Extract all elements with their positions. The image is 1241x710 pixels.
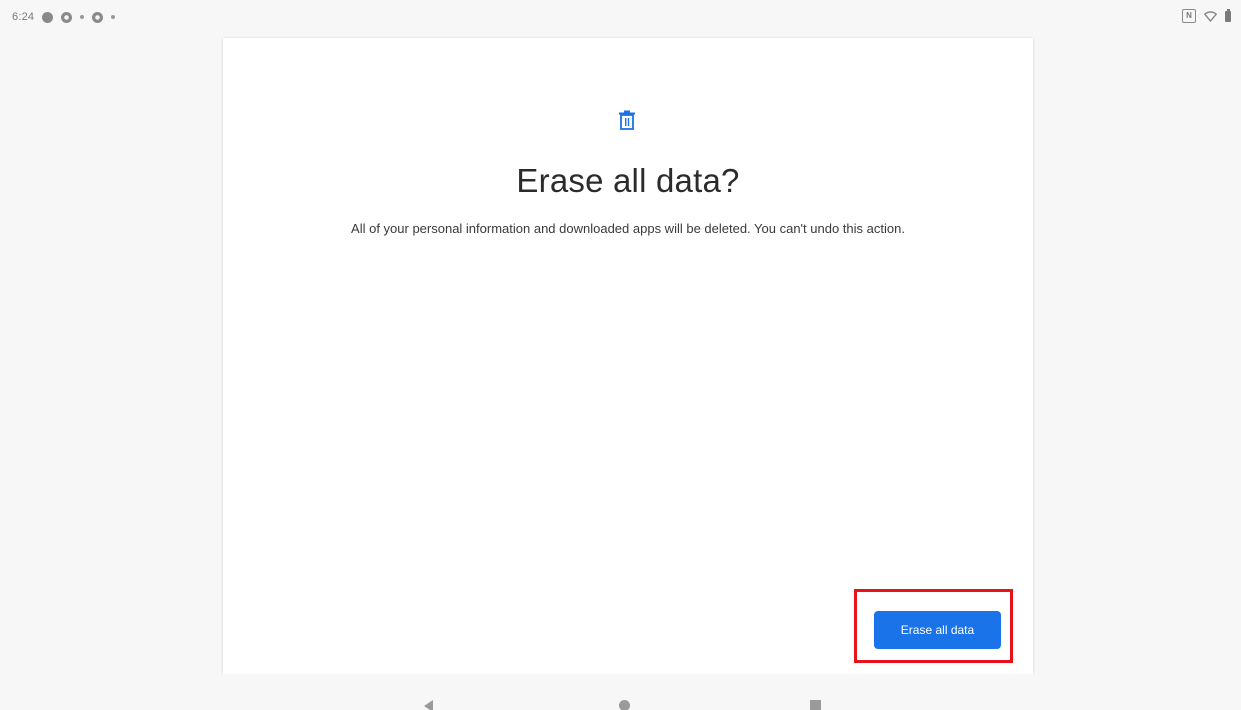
status-bar-left: 6:24	[12, 11, 116, 23]
status-app-icon	[42, 11, 54, 23]
erase-all-data-button[interactable]: Erase all data	[874, 611, 1001, 649]
settings-icon	[92, 11, 104, 23]
erase-dialog-card: Erase all data? All of your personal inf…	[223, 38, 1033, 674]
recents-icon[interactable]	[810, 700, 821, 710]
navigation-bar	[0, 674, 1241, 710]
nfc-icon: N	[1182, 9, 1196, 23]
back-icon[interactable]	[424, 700, 433, 710]
settings-icon	[61, 11, 73, 23]
dialog-description: All of your personal information and dow…	[351, 221, 905, 236]
trash-icon	[619, 110, 635, 130]
status-dot-icon	[111, 15, 116, 19]
battery-icon	[1225, 8, 1231, 22]
screen: 6:24 N Erase all data? All of your perso…	[0, 0, 1241, 710]
status-bar-right: N	[1182, 8, 1231, 23]
home-icon[interactable]	[619, 700, 630, 710]
status-time: 6:24	[12, 11, 35, 23]
status-dot-icon	[80, 15, 85, 19]
status-bar: 6:24 N	[0, 0, 1241, 36]
wifi-icon	[1204, 10, 1217, 22]
page-title: Erase all data?	[516, 162, 740, 199]
